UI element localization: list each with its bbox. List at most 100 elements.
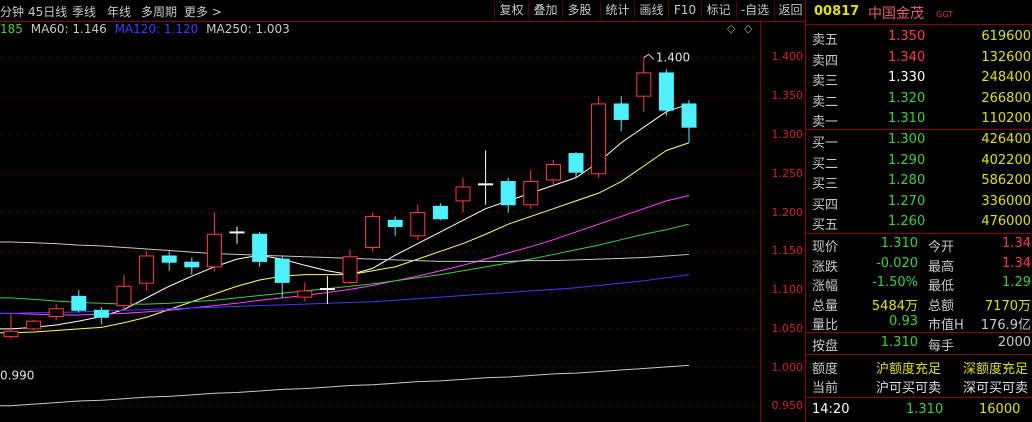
ask-level-price: 1.340 [888,49,926,65]
candle [297,282,313,302]
tick-row: 14:20 1.310 16000 [806,400,1032,421]
bid-level: 买四 1.270 336000 [806,192,1032,213]
quote-row-l1: 量比 [812,318,839,333]
bid-level-volume: 426400 [981,132,1031,147]
ma-legend-item: MA250: 1.003 [206,22,290,36]
stock-name[interactable]: 中国金茂 [868,3,924,23]
candle [387,216,403,236]
candle-body [432,205,448,220]
stock-code: 00817 [814,4,860,19]
adjust-button[interactable]: 复权 [494,2,528,19]
quote-row-l2: 总额 [928,298,955,314]
ma-line-ma250 [0,364,690,407]
candle-body [206,233,222,268]
candle [410,204,426,240]
high-price-label: 1.400 [656,50,690,64]
candle [523,169,539,209]
quote-row-v1: 0.93 [889,314,918,329]
tab-multi-period[interactable]: 多周期 [141,3,177,20]
tab-year[interactable]: 年线 [107,3,131,20]
candle-body [591,103,607,175]
y-tick-label: 1.250 [771,166,804,180]
bid-level-label: 买三 [812,177,839,192]
candle-body [319,288,335,291]
settings-diamond-icon[interactable]: ◇ [727,22,735,35]
mark-button[interactable]: 标记 [701,2,735,19]
y-tick-label: 0.950 [771,399,804,413]
draw-line-button[interactable]: 画线 [634,2,668,19]
tab-more[interactable]: 更多 > [184,3,222,20]
candle [591,96,607,178]
quote-row: 涨跌 -0.020 最高 1.34 [806,254,1032,275]
annotations: 1.400 0.990 [0,50,690,382]
ggt-badge: GGT [936,10,953,19]
candle-body [161,255,177,263]
candle [545,159,561,186]
y-tick-label: 1.000 [771,360,804,374]
quote-row-l1: 总量 [812,298,839,314]
candle [636,57,652,112]
candle [3,313,19,339]
bid-level-volume: 336000 [981,193,1031,209]
f10-button[interactable]: F10 [668,2,701,19]
quote-row-l2: 市值H [928,318,964,333]
bid-level-price: 1.280 [888,173,926,188]
bid-level-label: 买五 [812,218,839,233]
quote-row-l1: 现价 [812,240,839,255]
candle-body [252,233,268,262]
quote-row-l1: 涨幅 [812,279,839,294]
candle [455,177,471,213]
stock-header: 00817 中国金茂 GGT [806,0,1032,25]
chart-toolbar: 分钟 45日线 季线 年线 多周期 更多 > 复权 叠加 多股 统计 画线 F1… [0,0,805,22]
back-button[interactable]: 返回 [774,2,806,19]
y-tick-label: 1.200 [771,205,804,219]
ask-level-price: 1.310 [888,111,926,126]
remove-watchlist-button[interactable]: -自选 [736,2,773,19]
candle-body [568,153,584,173]
quote-row-l1: 按盘 [812,339,839,354]
candle-body [478,183,494,186]
candle [184,257,200,275]
ask-level-label: 卖三 [812,74,839,89]
bid-level-label: 买四 [812,197,839,213]
quote-row-v2: 1.34 [1002,255,1031,271]
candle-body [116,285,132,307]
candle [206,212,222,272]
candlestick-chart[interactable]: 1.400 0.990 [0,38,760,422]
tick-volume: 16000 [979,402,1021,417]
low-price-label: 0.990 [0,368,34,382]
sh-tradable: 沪可买可卖 [876,381,942,396]
settings-diamond-icon[interactable]: ◇ [744,22,752,35]
statistics-button[interactable]: 统计 [600,2,634,19]
candle-body [274,258,290,283]
tab-minute[interactable]: 分钟 [0,3,24,20]
current-label: 当前 [812,381,839,396]
candle-body [71,295,87,311]
ask-level-volume: 619600 [981,29,1031,44]
tab-quarter[interactable]: 季线 [72,3,96,20]
candle-body [636,72,652,97]
overlay-button[interactable]: 叠加 [528,2,562,19]
candle [252,231,268,267]
bid-level: 买五 1.260 476000 [806,212,1032,233]
candle [681,100,697,143]
ma-line-ma5 [0,103,690,330]
quote-row: 现价 1.310 今开 1.34 [806,234,1032,255]
ask-level: 卖一 1.310 110200 [806,109,1032,130]
bid-level-volume: 476000 [981,214,1031,229]
candles [3,57,697,339]
tab-45-day[interactable]: 45日线 [28,3,67,20]
candle [116,274,132,311]
candle-body [26,320,42,330]
bid-level-price: 1.270 [888,193,926,209]
ask-level-volume: 266800 [981,90,1031,106]
ask-level-volume: 132600 [981,49,1031,65]
candle-body [500,181,516,206]
candle-body [455,186,471,202]
quote-row-v1: 5484万 [871,298,918,314]
multi-stock-button[interactable]: 多股 [562,2,596,19]
bid-level-label: 买一 [812,136,839,151]
candle-body [93,309,109,318]
quote-row-v2: 2000 [997,335,1031,350]
candle-body [387,219,403,228]
